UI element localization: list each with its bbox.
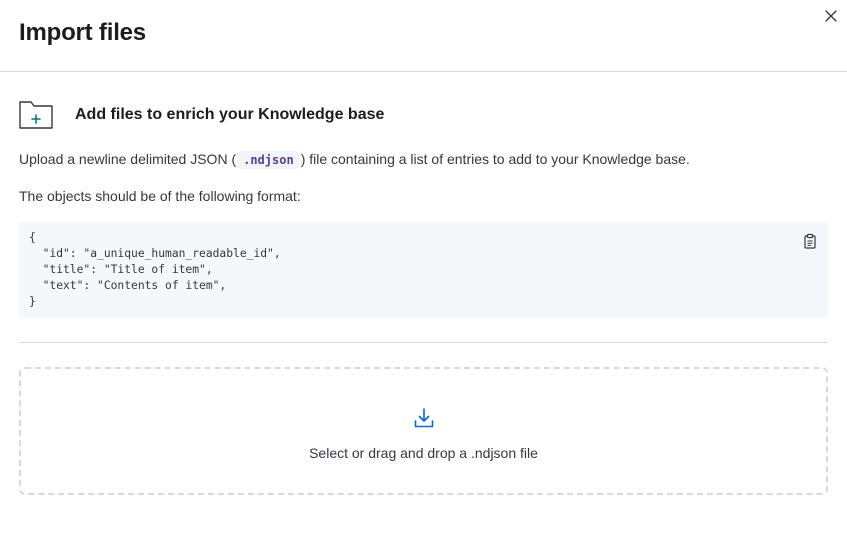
upload-description: Upload a newline delimited JSON (.ndjson… [19,149,828,170]
ndjson-code-tag: .ndjson [238,151,299,169]
callout-title: Add files to enrich your Knowledge base [75,106,385,123]
file-dropzone[interactable]: Select or drag and drop a .ndjson file [19,367,828,495]
flyout-body: Add files to enrich your Knowledge base … [0,96,847,495]
folder-add-icon [19,99,53,129]
format-intro: The objects should be of the following f… [19,188,301,204]
copy-button[interactable] [802,233,818,249]
dropzone-prompt: Select or drag and drop a .ndjson file [309,445,538,461]
flyout-header: Import files [0,0,847,72]
description-text-start: Upload a newline delimited JSON ( [19,151,237,167]
copy-clipboard-icon [804,233,816,249]
close-button[interactable] [823,8,839,24]
format-code-block: { "id": "a_unique_human_readable_id", "t… [19,222,828,318]
section-divider [19,342,828,343]
download-icon [414,408,433,428]
close-icon [825,10,837,22]
page-title: Import files [19,18,146,46]
import-files-flyout: Import files Add files to enrich your Kn… [0,0,847,547]
code-block-content: { "id": "a_unique_human_readable_id", "t… [29,231,281,308]
callout-row: Add files to enrich your Knowledge base [19,96,828,132]
description-text-end: ) file containing a list of entries to a… [300,151,690,167]
